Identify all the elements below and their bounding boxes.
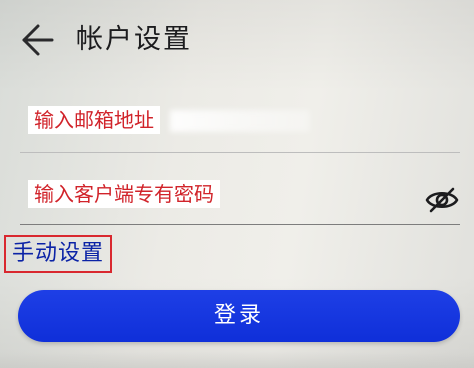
screen-glare	[170, 110, 310, 132]
eye-off-icon	[425, 187, 459, 213]
password-field[interactable]: 输入客户端专有密码	[20, 170, 460, 222]
password-visibility-toggle[interactable]	[424, 182, 460, 218]
email-divider	[20, 152, 460, 153]
email-placeholder: 输入邮箱地址	[28, 106, 160, 134]
password-divider	[20, 224, 460, 225]
password-placeholder: 输入客户端专有密码	[28, 180, 220, 208]
arrow-left-icon	[22, 24, 54, 56]
email-field[interactable]: 输入邮箱地址	[20, 96, 460, 152]
login-button[interactable]: 登录	[18, 290, 460, 342]
back-button[interactable]	[14, 20, 54, 60]
manual-setup-link[interactable]: 手动设置	[4, 235, 113, 273]
bottom-edge	[0, 352, 474, 368]
page-title: 帐户设置	[76, 24, 192, 55]
